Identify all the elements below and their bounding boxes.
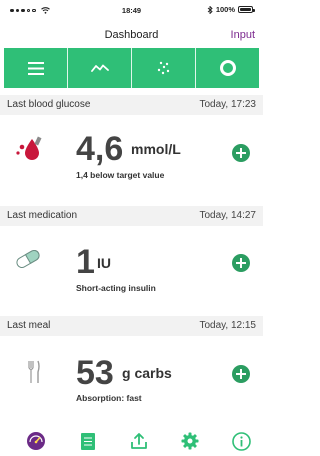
export-icon bbox=[131, 433, 147, 449]
tab-trend[interactable] bbox=[67, 48, 131, 88]
medication-note: Short-acting insulin bbox=[76, 283, 156, 293]
meal-unit: g carbs bbox=[122, 365, 172, 381]
battery-icon bbox=[238, 6, 255, 13]
medication-time: Today, 14:27 bbox=[199, 210, 256, 221]
page-title: Dashboard bbox=[104, 29, 159, 41]
bottom-tab-export[interactable] bbox=[129, 431, 149, 451]
glucose-card: Last blood glucose Today, 17:23 4,6 mmol… bbox=[0, 95, 263, 203]
bottom-tab-info[interactable] bbox=[231, 431, 251, 451]
pill-icon bbox=[16, 250, 40, 268]
tab-ring[interactable] bbox=[195, 48, 259, 88]
logbook-icon bbox=[81, 432, 95, 450]
dashboard-icon bbox=[27, 432, 45, 450]
tab-scatter[interactable] bbox=[131, 48, 195, 88]
status-bar: 18:49 100% bbox=[0, 0, 263, 20]
glucose-label: Last blood glucose bbox=[7, 99, 91, 110]
medication-unit: IU bbox=[97, 255, 111, 271]
info-icon bbox=[231, 431, 251, 451]
battery-percent: 100% bbox=[215, 5, 235, 14]
ring-icon bbox=[219, 60, 236, 76]
meal-note: Absorption: fast bbox=[76, 393, 142, 403]
medication-value: 1 bbox=[76, 243, 95, 281]
scatter-icon bbox=[157, 61, 169, 75]
bluetooth-icon bbox=[207, 5, 213, 14]
nav-bar: Dashboard Input bbox=[0, 22, 263, 46]
settings-icon bbox=[181, 432, 199, 450]
bottom-tab-dashboard[interactable] bbox=[26, 431, 46, 451]
add-medication-button[interactable] bbox=[232, 254, 250, 272]
bottom-tab-logbook[interactable] bbox=[78, 431, 98, 451]
medication-card: Last medication Today, 14:27 1 IU Short-… bbox=[0, 206, 263, 314]
glucose-value: 4,6 bbox=[76, 130, 124, 168]
bottom-tab-settings[interactable] bbox=[180, 431, 200, 451]
medication-label: Last medication bbox=[7, 210, 78, 221]
meal-value: 53 bbox=[76, 354, 114, 392]
glucose-note: 1,4 below target value bbox=[76, 170, 165, 180]
meal-label: Last meal bbox=[7, 320, 51, 331]
bottom-bar bbox=[0, 426, 263, 456]
input-button[interactable]: Input bbox=[231, 29, 255, 41]
meal-time: Today, 12:15 bbox=[199, 320, 256, 331]
add-glucose-button[interactable] bbox=[232, 144, 250, 162]
meal-card: Last meal Today, 12:15 53 g carbs Absorp… bbox=[0, 316, 263, 424]
view-tabs bbox=[4, 48, 259, 88]
trend-icon bbox=[90, 64, 109, 72]
menu-icon bbox=[27, 61, 44, 75]
glucose-time: Today, 17:23 bbox=[199, 99, 256, 110]
cutlery-icon bbox=[28, 360, 40, 383]
blood-drop-icon bbox=[16, 136, 42, 160]
add-meal-button[interactable] bbox=[232, 365, 250, 383]
glucose-unit: mmol/L bbox=[131, 141, 181, 157]
tab-dashboard-list[interactable] bbox=[4, 48, 67, 88]
